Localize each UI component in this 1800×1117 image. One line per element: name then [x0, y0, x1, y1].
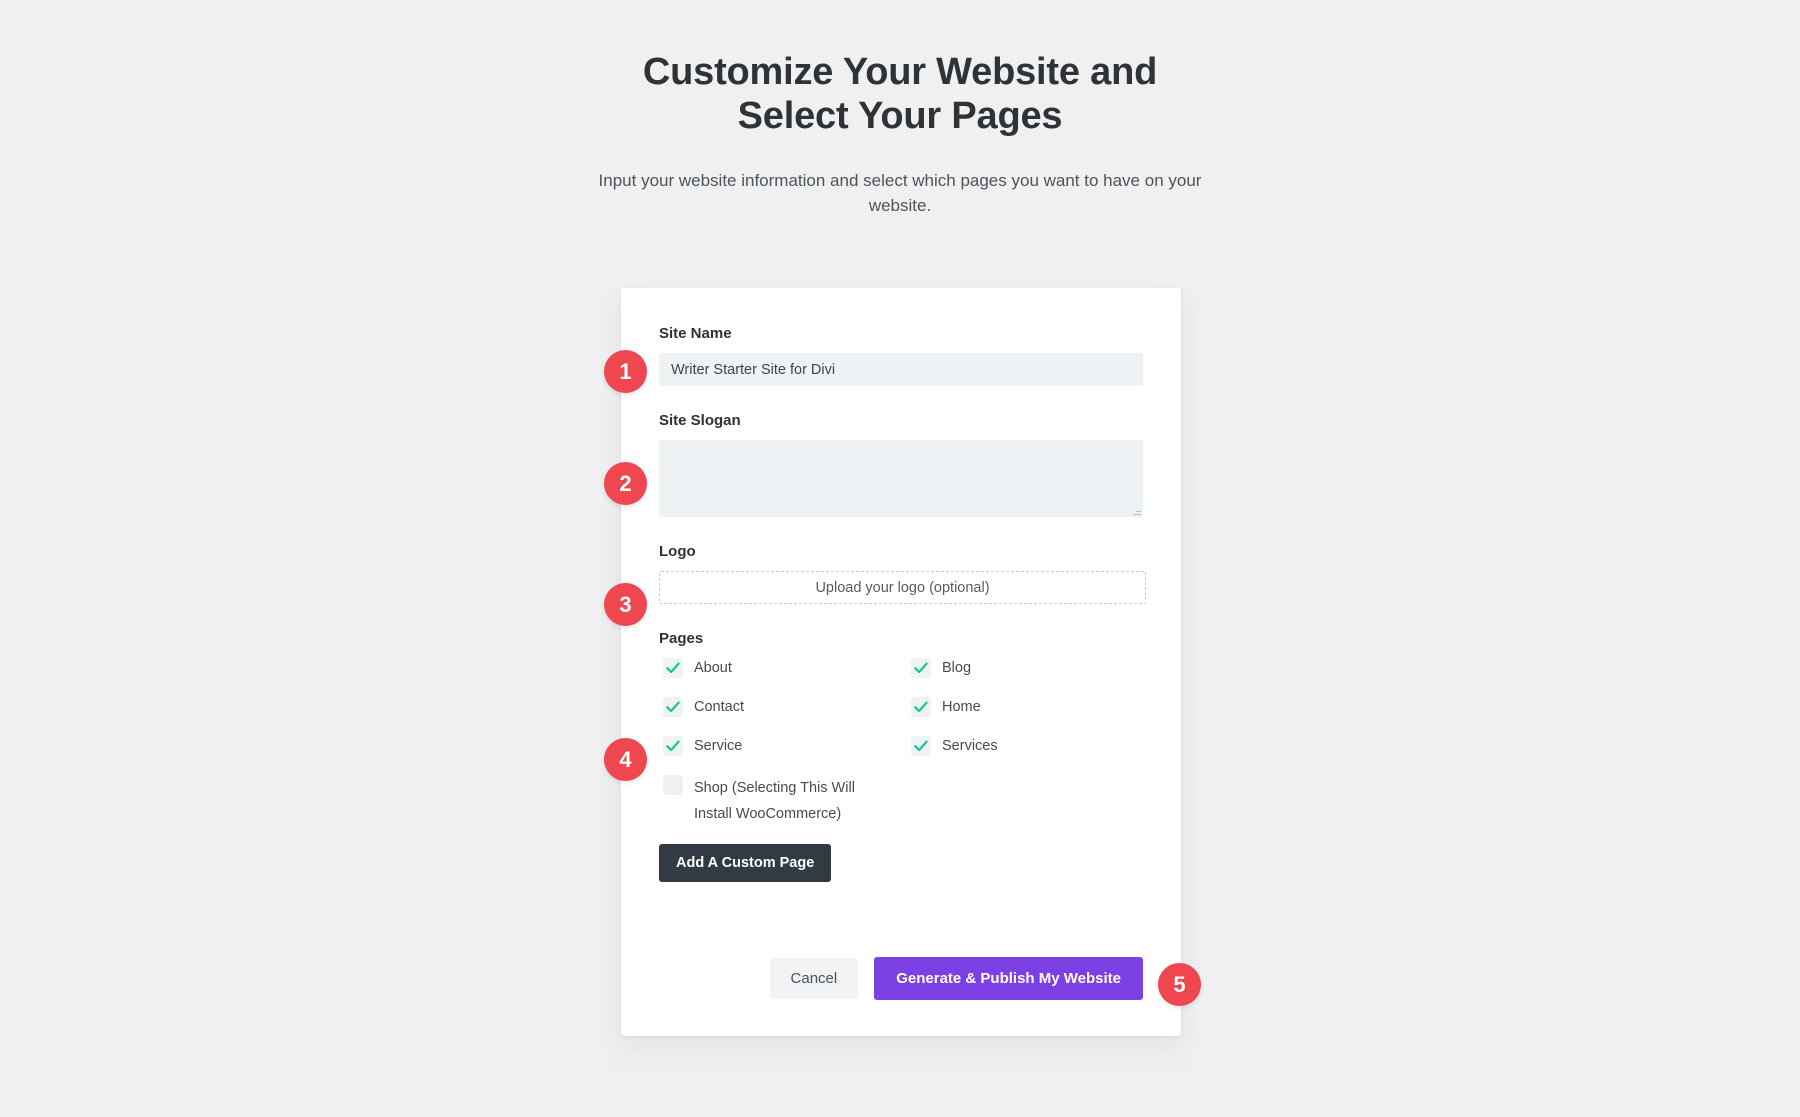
- site-name-field: Site Name: [659, 326, 1143, 386]
- page-label: Home: [942, 699, 981, 715]
- page-subtitle: Input your website information and selec…: [598, 171, 1202, 215]
- page-checkbox-services[interactable]: Services: [907, 736, 1155, 775]
- checkbox-unchecked-icon[interactable]: [663, 775, 683, 795]
- checkbox-checked-icon[interactable]: [911, 697, 931, 717]
- logo-field: Logo Upload your logo (optional): [659, 543, 1146, 604]
- logo-upload-button[interactable]: Upload your logo (optional): [659, 571, 1146, 604]
- page-label: Service: [694, 738, 743, 754]
- checkbox-checked-icon[interactable]: [663, 658, 683, 678]
- card-content: Site Name Site Slogan Logo Upload your l…: [659, 326, 1146, 882]
- pages-checkbox-grid: About Blog Contact Home Service Services…: [659, 658, 1143, 827]
- site-slogan-field: Site Slogan: [659, 413, 1143, 517]
- add-custom-page-button[interactable]: Add A Custom Page: [659, 844, 832, 882]
- page-title-line-1: Customize Your Website and: [642, 51, 1158, 93]
- page-checkbox-contact[interactable]: Contact: [659, 697, 907, 736]
- page-checkbox-shop[interactable]: Shop (Selecting This Will Install WooCom…: [659, 775, 907, 827]
- pages-field: Pages About Blog Contact Home Service Se…: [659, 631, 1143, 882]
- page-header: Customize Your Website and Select Your P…: [590, 50, 1210, 218]
- pages-label: Pages: [659, 630, 704, 647]
- step-badge-5: 5: [1158, 963, 1201, 1006]
- page-label: Services: [942, 738, 998, 754]
- page-label: Blog: [942, 660, 972, 676]
- site-name-label: Site Name: [659, 325, 732, 342]
- site-slogan-label: Site Slogan: [659, 412, 741, 429]
- page-title: Customize Your Website and Select Your P…: [590, 50, 1210, 138]
- step-badge-1: 1: [604, 350, 647, 393]
- checkbox-checked-icon[interactable]: [663, 736, 683, 756]
- logo-upload-label: Upload your logo (optional): [815, 579, 990, 596]
- customize-website-card: Site Name Site Slogan Logo Upload your l…: [621, 288, 1181, 1036]
- card-actions: Cancel Generate & Publish My Website: [769, 957, 1143, 1000]
- checkbox-checked-icon[interactable]: [663, 697, 683, 717]
- step-badge-3: 3: [604, 583, 647, 626]
- logo-label: Logo: [659, 543, 696, 560]
- page-checkbox-service[interactable]: Service: [659, 736, 907, 775]
- page-checkbox-home[interactable]: Home: [907, 697, 1155, 736]
- step-badge-2: 2: [604, 462, 647, 505]
- generate-publish-button[interactable]: Generate & Publish My Website: [874, 957, 1143, 1000]
- site-name-input[interactable]: [659, 353, 1143, 386]
- checkbox-checked-icon[interactable]: [911, 658, 931, 678]
- site-slogan-input[interactable]: [659, 440, 1143, 517]
- page-checkbox-blog[interactable]: Blog: [907, 658, 1155, 697]
- page-root: Customize Your Website and Select Your P…: [0, 0, 1800, 1117]
- page-label: Shop (Selecting This Will Install WooCom…: [694, 780, 855, 822]
- step-badge-4: 4: [604, 738, 647, 781]
- page-label: Contact: [694, 699, 744, 715]
- page-label: About: [694, 660, 732, 676]
- page-checkbox-about[interactable]: About: [659, 658, 907, 697]
- site-slogan-textarea-wrap: [659, 440, 1143, 517]
- cancel-button[interactable]: Cancel: [769, 958, 859, 999]
- checkbox-checked-icon[interactable]: [911, 736, 931, 756]
- page-title-line-2: Select Your Pages: [737, 95, 1063, 138]
